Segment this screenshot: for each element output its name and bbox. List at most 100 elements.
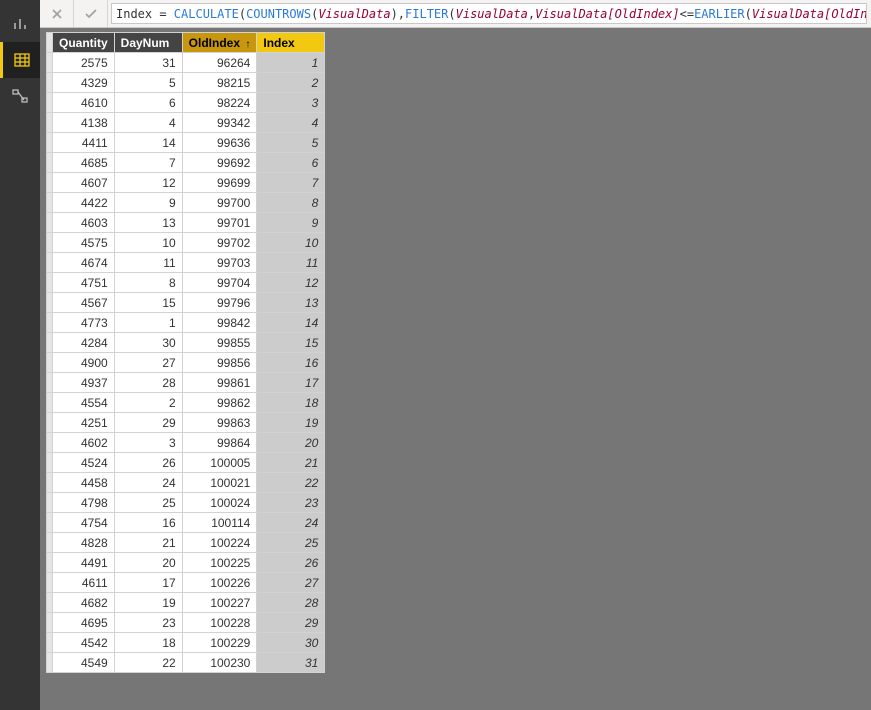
cell-quantity[interactable]: 4610 xyxy=(53,93,115,113)
cell-quantity[interactable]: 4422 xyxy=(53,193,115,213)
table-row[interactable]: 475189970412 xyxy=(47,273,325,293)
cell-quantity[interactable]: 4329 xyxy=(53,73,115,93)
table-row[interactable]: 477319984214 xyxy=(47,313,325,333)
cell-quantity[interactable]: 4937 xyxy=(53,373,115,393)
cell-oldindex[interactable]: 100021 xyxy=(182,473,257,493)
cell-index[interactable]: 31 xyxy=(257,653,325,673)
cell-daynum[interactable]: 29 xyxy=(114,413,182,433)
column-header-oldindex[interactable]: OldIndex ↑ xyxy=(182,33,257,53)
cell-daynum[interactable]: 2 xyxy=(114,393,182,413)
cell-index[interactable]: 14 xyxy=(257,313,325,333)
table-row[interactable]: 460239986420 xyxy=(47,433,325,453)
cell-quantity[interactable]: 2575 xyxy=(53,53,115,73)
cell-oldindex[interactable]: 100114 xyxy=(182,513,257,533)
cell-index[interactable]: 26 xyxy=(257,553,325,573)
cell-quantity[interactable]: 4828 xyxy=(53,533,115,553)
cell-index[interactable]: 29 xyxy=(257,613,325,633)
cell-quantity[interactable]: 4549 xyxy=(53,653,115,673)
cell-daynum[interactable]: 3 xyxy=(114,433,182,453)
cell-daynum[interactable]: 27 xyxy=(114,353,182,373)
cell-quantity[interactable]: 4458 xyxy=(53,473,115,493)
table-row[interactable]: 4575109970210 xyxy=(47,233,325,253)
cell-index[interactable]: 2 xyxy=(257,73,325,93)
cell-quantity[interactable]: 4751 xyxy=(53,273,115,293)
cell-oldindex[interactable]: 99342 xyxy=(182,113,257,133)
cell-oldindex[interactable]: 100226 xyxy=(182,573,257,593)
cell-oldindex[interactable]: 100224 xyxy=(182,533,257,553)
cell-daynum[interactable]: 1 xyxy=(114,313,182,333)
cell-daynum[interactable]: 11 xyxy=(114,253,182,273)
cell-oldindex[interactable]: 100230 xyxy=(182,653,257,673)
cell-quantity[interactable]: 4251 xyxy=(53,413,115,433)
table-row[interactable]: 41384993424 xyxy=(47,113,325,133)
cell-oldindex[interactable]: 99692 xyxy=(182,153,257,173)
cell-index[interactable]: 13 xyxy=(257,293,325,313)
table-row[interactable]: 4567159979613 xyxy=(47,293,325,313)
cell-daynum[interactable]: 26 xyxy=(114,453,182,473)
table-row[interactable]: 4900279985616 xyxy=(47,353,325,373)
cell-oldindex[interactable]: 99702 xyxy=(182,233,257,253)
table-row[interactable]: 441114996365 xyxy=(47,133,325,153)
cell-quantity[interactable]: 4607 xyxy=(53,173,115,193)
cell-oldindex[interactable]: 99862 xyxy=(182,393,257,413)
commit-formula-button[interactable] xyxy=(74,0,108,27)
cell-quantity[interactable]: 4524 xyxy=(53,453,115,473)
cell-index[interactable]: 24 xyxy=(257,513,325,533)
table-row[interactable]: 47541610011424 xyxy=(47,513,325,533)
cell-index[interactable]: 8 xyxy=(257,193,325,213)
table-row[interactable]: 455429986218 xyxy=(47,393,325,413)
table-row[interactable]: 4937289986117 xyxy=(47,373,325,393)
cell-daynum[interactable]: 8 xyxy=(114,273,182,293)
cell-quantity[interactable]: 4602 xyxy=(53,433,115,453)
cell-quantity[interactable]: 4674 xyxy=(53,253,115,273)
cell-oldindex[interactable]: 100024 xyxy=(182,493,257,513)
cell-daynum[interactable]: 22 xyxy=(114,653,182,673)
cell-quantity[interactable]: 4773 xyxy=(53,313,115,333)
cell-index[interactable]: 19 xyxy=(257,413,325,433)
cell-oldindex[interactable]: 99863 xyxy=(182,413,257,433)
cell-daynum[interactable]: 10 xyxy=(114,233,182,253)
cell-oldindex[interactable]: 99704 xyxy=(182,273,257,293)
cell-quantity[interactable]: 4682 xyxy=(53,593,115,613)
report-view-button[interactable] xyxy=(0,6,40,42)
cell-index[interactable]: 18 xyxy=(257,393,325,413)
cell-index[interactable]: 28 xyxy=(257,593,325,613)
column-header-daynum[interactable]: DayNum xyxy=(114,33,182,53)
cell-quantity[interactable]: 4754 xyxy=(53,513,115,533)
cell-oldindex[interactable]: 99864 xyxy=(182,433,257,453)
cell-oldindex[interactable]: 99861 xyxy=(182,373,257,393)
table-row[interactable]: 46821910022728 xyxy=(47,593,325,613)
cell-quantity[interactable]: 4611 xyxy=(53,573,115,593)
cell-index[interactable]: 21 xyxy=(257,453,325,473)
cell-index[interactable]: 4 xyxy=(257,113,325,133)
cell-oldindex[interactable]: 100005 xyxy=(182,453,257,473)
cell-daynum[interactable]: 18 xyxy=(114,633,182,653)
cell-oldindex[interactable]: 99701 xyxy=(182,213,257,233)
cell-quantity[interactable]: 4411 xyxy=(53,133,115,153)
cell-index[interactable]: 1 xyxy=(257,53,325,73)
cell-daynum[interactable]: 12 xyxy=(114,173,182,193)
cell-index[interactable]: 5 xyxy=(257,133,325,153)
model-view-button[interactable] xyxy=(0,78,40,114)
cell-daynum[interactable]: 25 xyxy=(114,493,182,513)
table-row[interactable]: 46857996926 xyxy=(47,153,325,173)
cell-daynum[interactable]: 7 xyxy=(114,153,182,173)
cell-daynum[interactable]: 16 xyxy=(114,513,182,533)
data-view-button[interactable] xyxy=(0,42,40,78)
cell-daynum[interactable]: 5 xyxy=(114,73,182,93)
cell-oldindex[interactable]: 99855 xyxy=(182,333,257,353)
cell-oldindex[interactable]: 100225 xyxy=(182,553,257,573)
cell-quantity[interactable]: 4603 xyxy=(53,213,115,233)
cell-quantity[interactable]: 4491 xyxy=(53,553,115,573)
cell-oldindex[interactable]: 98224 xyxy=(182,93,257,113)
cell-quantity[interactable]: 4695 xyxy=(53,613,115,633)
cell-daynum[interactable]: 6 xyxy=(114,93,182,113)
cell-daynum[interactable]: 19 xyxy=(114,593,182,613)
cell-oldindex[interactable]: 99699 xyxy=(182,173,257,193)
table-row[interactable]: 45492210023031 xyxy=(47,653,325,673)
cell-quantity[interactable]: 4542 xyxy=(53,633,115,653)
cell-oldindex[interactable]: 100229 xyxy=(182,633,257,653)
cell-daynum[interactable]: 20 xyxy=(114,553,182,573)
cell-daynum[interactable]: 31 xyxy=(114,53,182,73)
table-row[interactable]: 460712996997 xyxy=(47,173,325,193)
